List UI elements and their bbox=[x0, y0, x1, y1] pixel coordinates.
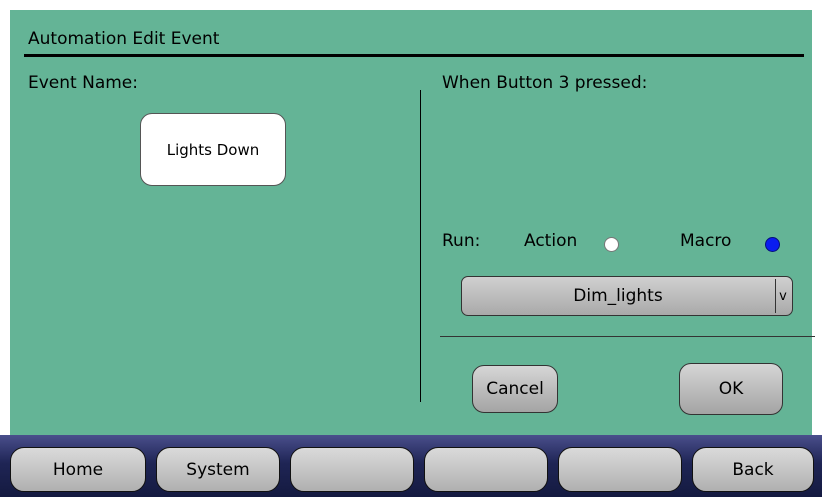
nav-back-button[interactable]: Back bbox=[692, 447, 814, 492]
ok-button[interactable]: OK bbox=[679, 363, 783, 415]
main-panel: Automation Edit Event Event Name: Lights… bbox=[10, 10, 815, 435]
action-option-label: Action bbox=[524, 231, 578, 251]
bottom-nav-bar: Home System Back bbox=[0, 435, 822, 497]
macro-radio[interactable] bbox=[765, 237, 780, 252]
section-divider bbox=[440, 336, 815, 337]
nav-system-button[interactable]: System bbox=[156, 447, 280, 492]
macro-select[interactable]: Dim_lights v bbox=[461, 276, 793, 316]
column-divider bbox=[420, 90, 421, 402]
nav-blank-button-2[interactable] bbox=[424, 447, 548, 492]
event-name-field[interactable]: Lights Down bbox=[140, 113, 286, 186]
nav-blank-button-1[interactable] bbox=[290, 447, 414, 492]
macro-select-value: Dim_lights bbox=[573, 286, 663, 306]
page-title: Automation Edit Event bbox=[28, 29, 220, 49]
event-name-label: Event Name: bbox=[28, 73, 138, 93]
title-divider bbox=[24, 54, 804, 57]
nav-blank-button-3[interactable] bbox=[558, 447, 682, 492]
macro-option-label: Macro bbox=[680, 231, 732, 251]
run-label: Run: bbox=[442, 231, 481, 251]
chevron-down-icon[interactable]: v bbox=[776, 277, 790, 315]
cancel-button[interactable]: Cancel bbox=[472, 365, 558, 413]
nav-home-button[interactable]: Home bbox=[10, 447, 146, 492]
trigger-label: When Button 3 pressed: bbox=[442, 73, 648, 93]
action-radio[interactable] bbox=[604, 237, 619, 252]
